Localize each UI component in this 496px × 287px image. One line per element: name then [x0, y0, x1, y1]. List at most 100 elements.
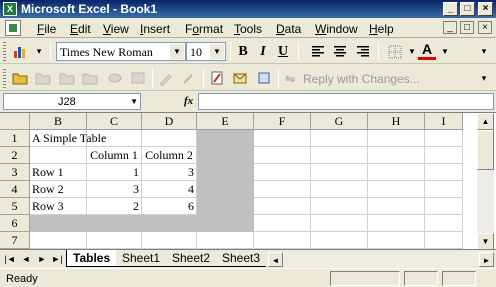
cell-i4[interactable]: [425, 181, 463, 198]
cell-c4[interactable]: 3: [87, 181, 142, 198]
cell-e1[interactable]: [197, 130, 254, 147]
cell-d7[interactable]: [142, 232, 197, 249]
cell-f7[interactable]: [254, 232, 311, 249]
align-center-icon[interactable]: [332, 44, 348, 60]
cell-e6[interactable]: [197, 215, 254, 232]
last-sheet-button[interactable]: ►|: [51, 253, 63, 266]
cell-h3[interactable]: [368, 164, 425, 181]
delete-comment-icon[interactable]: [130, 70, 146, 86]
doc-close-button[interactable]: ×: [478, 21, 492, 34]
route-icon[interactable]: [256, 70, 272, 86]
cell-f3[interactable]: [254, 164, 311, 181]
cell-e3[interactable]: [197, 164, 254, 181]
reply-with-changes-button[interactable]: Reply with Changes...: [303, 72, 420, 86]
cell-g1[interactable]: [311, 130, 368, 147]
cell-g5[interactable]: [311, 198, 368, 215]
reject-change-icon[interactable]: [181, 70, 197, 86]
menu-help[interactable]: Help: [369, 22, 394, 36]
cell-c7[interactable]: [87, 232, 142, 249]
cell-c5[interactable]: 2: [87, 198, 142, 215]
scroll-up-button[interactable]: ▲: [477, 113, 494, 130]
column-header-e[interactable]: E: [197, 113, 254, 130]
cell-d6[interactable]: [142, 215, 197, 232]
vertical-scrollbar[interactable]: ▲ ▼: [477, 113, 494, 250]
cell-g6[interactable]: [311, 215, 368, 232]
menu-tools[interactable]: Tools: [234, 22, 262, 36]
scroll-left-button[interactable]: ◄: [268, 252, 283, 267]
cell-g3[interactable]: [311, 164, 368, 181]
cell-f5[interactable]: [254, 198, 311, 215]
cell-b1[interactable]: A Simple Table: [30, 130, 106, 147]
cell-e5[interactable]: [197, 198, 254, 215]
cell-f4[interactable]: [254, 181, 311, 198]
row-header-5[interactable]: 5: [0, 198, 30, 215]
row-header-3[interactable]: 3: [0, 164, 30, 181]
toolbar-options-icon[interactable]: ▾: [30, 43, 48, 60]
column-header-c[interactable]: C: [87, 113, 142, 130]
toolbar-grip[interactable]: [3, 69, 6, 88]
font-name-combo[interactable]: Times New Roman ▼: [56, 42, 186, 61]
next-sheet-button[interactable]: ►: [36, 253, 48, 266]
cell-e7[interactable]: [197, 232, 254, 249]
menu-data[interactable]: Data: [276, 22, 301, 36]
italic-button[interactable]: I: [254, 43, 272, 60]
vertical-scroll-thumb[interactable]: [477, 130, 494, 170]
minimize-button[interactable]: _: [443, 2, 458, 16]
edit-note-icon[interactable]: [209, 70, 225, 86]
chart-wizard-icon[interactable]: [12, 43, 28, 59]
cell-b3[interactable]: Row 1: [30, 164, 87, 181]
menu-file[interactable]: File: [37, 22, 56, 36]
excel-app-icon[interactable]: X: [3, 2, 17, 16]
borders-icon[interactable]: [387, 44, 403, 60]
cell-d1[interactable]: [142, 130, 197, 147]
cell-c1[interactable]: [87, 130, 142, 147]
cell-c6[interactable]: [87, 215, 142, 232]
column-header-i[interactable]: I: [425, 113, 463, 130]
cell-i3[interactable]: [425, 164, 463, 181]
send-mail-icon[interactable]: [232, 70, 248, 86]
doc-restore-button[interactable]: □: [460, 21, 474, 34]
bold-button[interactable]: B: [234, 43, 252, 60]
chevron-down-icon[interactable]: ▼: [170, 44, 184, 59]
chevron-down-icon[interactable]: ▼: [130, 97, 138, 106]
maximize-button[interactable]: □: [460, 2, 475, 16]
cell-g2[interactable]: [311, 147, 368, 164]
menu-view[interactable]: View: [103, 22, 129, 36]
underline-button[interactable]: U: [274, 43, 292, 60]
chevron-down-icon[interactable]: ▼: [436, 43, 454, 60]
sheet-tab-sheet1[interactable]: Sheet1: [116, 250, 167, 267]
menu-edit[interactable]: Edit: [70, 22, 91, 36]
cell-b6[interactable]: [30, 215, 87, 232]
cell-g4[interactable]: [311, 181, 368, 198]
folder-icon[interactable]: [82, 70, 98, 86]
first-sheet-button[interactable]: |◄: [4, 253, 16, 266]
cell-f6[interactable]: [254, 215, 311, 232]
row-header-1[interactable]: 1: [0, 130, 30, 147]
menu-window[interactable]: Window: [315, 22, 358, 36]
toolbar-options-icon[interactable]: ▾: [475, 70, 493, 87]
row-header-6[interactable]: 6: [0, 215, 30, 232]
cell-f1[interactable]: [254, 130, 311, 147]
cell-h4[interactable]: [368, 181, 425, 198]
cell-e2[interactable]: [197, 147, 254, 164]
column-header-b[interactable]: B: [30, 113, 87, 130]
cell-b4[interactable]: Row 2: [30, 181, 87, 198]
menu-insert[interactable]: Insert: [140, 22, 170, 36]
font-size-combo[interactable]: 10 ▼: [186, 42, 226, 61]
cell-h2[interactable]: [368, 147, 425, 164]
row-header-2[interactable]: 2: [0, 147, 30, 164]
prev-sheet-button[interactable]: ◄: [20, 253, 32, 266]
cell-h1[interactable]: [368, 130, 425, 147]
row-header-4[interactable]: 4: [0, 181, 30, 198]
column-header-f[interactable]: F: [254, 113, 311, 130]
cell-h6[interactable]: [368, 215, 425, 232]
track-changes-icon[interactable]: [158, 70, 174, 86]
folder-icon[interactable]: [59, 70, 75, 86]
workbook-icon[interactable]: [5, 20, 21, 36]
align-left-icon[interactable]: [310, 44, 326, 60]
cell-d2[interactable]: Column 2: [142, 147, 197, 164]
align-right-icon[interactable]: [355, 44, 371, 60]
sheet-tab-tables[interactable]: Tables: [66, 250, 118, 267]
cell-i5[interactable]: [425, 198, 463, 215]
select-all-corner[interactable]: [0, 113, 30, 130]
